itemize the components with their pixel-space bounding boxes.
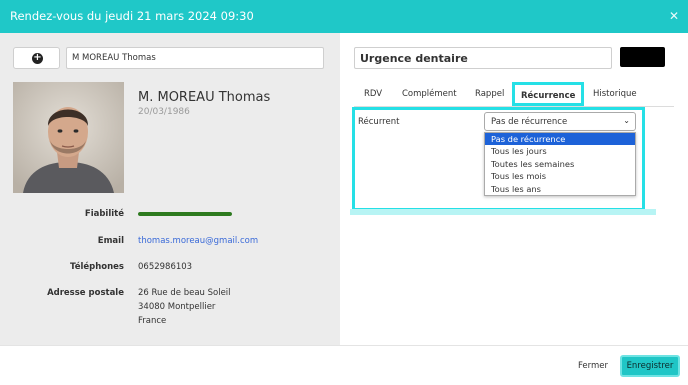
appointment-panel: RDV Complément Rappel Récurrence Histori… bbox=[340, 33, 688, 345]
tab-historique[interactable]: Historique bbox=[593, 89, 637, 99]
patient-dob: 20/03/1986 bbox=[138, 107, 190, 117]
option-tous-les-mois[interactable]: Tous les mois bbox=[485, 170, 635, 182]
option-tous-les-ans[interactable]: Tous les ans bbox=[485, 183, 635, 195]
patient-photo bbox=[13, 82, 124, 193]
patient-search-input[interactable] bbox=[66, 47, 324, 69]
close-button[interactable]: Fermer bbox=[578, 361, 608, 371]
appointment-title-input[interactable] bbox=[354, 47, 612, 69]
tab-complement[interactable]: Complément bbox=[402, 89, 457, 99]
chevron-down-icon: ⌄ bbox=[623, 116, 630, 125]
adresse-line1: 26 Rue de beau Soleil bbox=[138, 288, 231, 298]
patient-name: M. MOREAU Thomas bbox=[138, 90, 271, 105]
recurrent-label: Récurrent bbox=[358, 117, 400, 127]
modal-header: Rendez-vous du jeudi 21 mars 2024 09:30 … bbox=[0, 0, 688, 33]
tab-recurrence[interactable]: Récurrence bbox=[512, 82, 585, 106]
fiabilite-bar-fill bbox=[138, 212, 232, 216]
email-label: Email bbox=[97, 236, 124, 246]
telephones-label: Téléphones bbox=[70, 262, 124, 272]
close-icon[interactable]: ✕ bbox=[669, 9, 679, 23]
recurrence-panel-glow bbox=[350, 209, 656, 215]
option-pas-de-recurrence[interactable]: Pas de récurrence bbox=[485, 133, 635, 146]
adresse-label: Adresse postale bbox=[47, 288, 124, 298]
telephones-value: 0652986103 bbox=[138, 262, 193, 272]
tab-rdv[interactable]: RDV bbox=[364, 89, 382, 99]
plus-circle-icon: + bbox=[32, 52, 43, 64]
tabs-bar: RDV Complément Rappel Récurrence Histori… bbox=[354, 80, 674, 107]
add-patient-button[interactable]: + bbox=[13, 47, 60, 69]
fiabilite-label: Fiabilité bbox=[84, 209, 124, 219]
tab-rappel[interactable]: Rappel bbox=[475, 89, 504, 99]
save-button[interactable]: Enregistrer bbox=[620, 355, 680, 377]
email-link[interactable]: thomas.moreau@gmail.com bbox=[138, 236, 258, 246]
modal-title: Rendez-vous du jeudi 21 mars 2024 09:30 bbox=[10, 9, 254, 23]
patient-panel: + M. MOREAU Thomas 20/03/1986 Fiabilité bbox=[0, 33, 340, 345]
recurrence-select-value: Pas de récurrence bbox=[491, 117, 568, 127]
adresse-line3: France bbox=[138, 316, 167, 326]
option-tous-les-jours[interactable]: Tous les jours bbox=[485, 145, 635, 157]
recurrence-dropdown: Pas de récurrence Tous les jours Toutes … bbox=[484, 132, 636, 196]
recurrence-select[interactable]: Pas de récurrence ⌄ bbox=[484, 112, 636, 131]
modal-footer: Fermer Enregistrer bbox=[0, 345, 688, 385]
fiabilite-bar bbox=[138, 212, 232, 216]
option-toutes-les-semaines[interactable]: Toutes les semaines bbox=[485, 158, 635, 170]
adresse-line2: 34080 Montpellier bbox=[138, 302, 216, 312]
color-button[interactable] bbox=[620, 47, 665, 67]
